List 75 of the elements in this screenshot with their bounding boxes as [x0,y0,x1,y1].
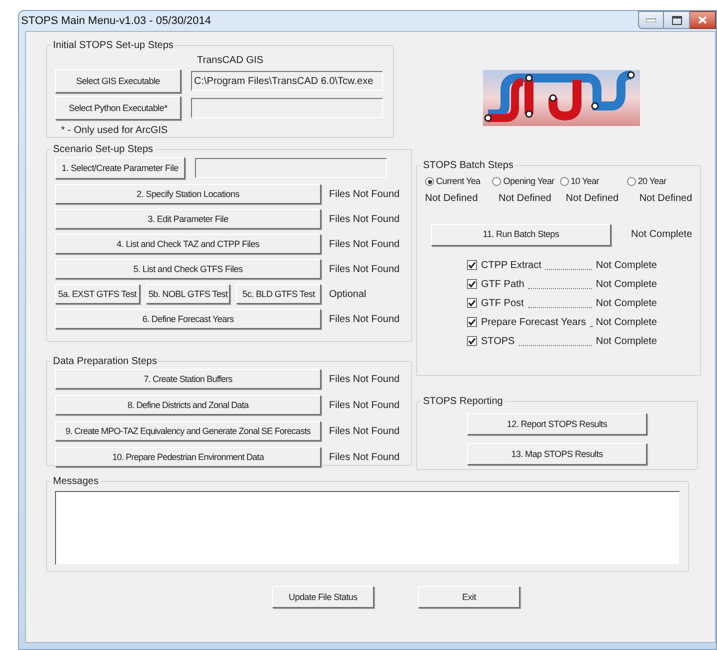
step-button[interactable]: 5. List and Check GTFS Files [55,259,321,279]
gis-type-label: TransCAD GIS [197,54,264,68]
step-button[interactable]: 4. List and Check TAZ and CTPP Files [55,234,321,254]
gtfs-test-button[interactable]: 5c. BLD GTFS Test [236,284,322,304]
run-batch-button[interactable]: 11. Run Batch Steps [431,224,611,246]
task-label: GTF Post [481,296,524,310]
status-label: Files Not Found [329,424,401,438]
gtfs-test-button[interactable]: 5a. EXST GTFS Test [55,284,140,304]
task-label: CTPP Extract [481,258,542,272]
gtfs-test-button[interactable]: 5b. NOBL GTFS Test [146,284,230,304]
group-title: Scenario Set-up Steps [52,143,154,157]
task-status: Not Complete [596,316,657,330]
status-label: Files Not Found [329,450,401,464]
task-status: Not Complete [596,258,657,272]
maximize-button[interactable] [664,11,690,29]
status-label: Files Not Found [329,312,401,326]
status-label: Files Not Found [329,238,401,252]
step-button[interactable]: 8. Define Districts and Zonal Data [55,395,321,415]
select-executable-button[interactable]: Select Python Executable* [55,96,181,120]
maximize-icon [672,16,682,24]
task-label: Prepare Forecast Years [481,316,586,330]
status-label: Files Not Found [329,398,401,412]
task-checkbox[interactable] [467,298,477,308]
year-label: Opening Year [503,175,554,188]
task-status: Not Complete [596,278,657,292]
task-checkbox[interactable] [467,317,477,327]
year-status: Not Defined [638,192,692,206]
minimize-icon [646,18,656,22]
step-button[interactable]: 6. Define Forecast Years [55,309,321,329]
group-title: Data Preparation Steps [52,355,158,369]
task-checkbox[interactable] [467,336,477,346]
task-checkbox[interactable] [467,279,477,289]
status-label: Files Not Found [329,188,401,202]
footer-button[interactable]: Exit [418,586,520,608]
select-executable-button[interactable]: Select GIS Executable [55,69,181,93]
close-button[interactable] [690,11,716,29]
year-radio[interactable] [492,177,502,186]
status-label: Files Not Found [329,372,401,386]
year-radio[interactable] [425,177,434,186]
task-label: GTF Path [481,278,524,292]
status-label: Optional [329,288,368,302]
status-label: Not Complete [631,228,692,242]
step-button[interactable]: 3. Edit Parameter File [55,209,321,229]
year-status: Not Defined [498,192,552,206]
group-title: STOPS Reporting [422,395,504,409]
task-checkbox[interactable] [467,260,477,270]
group-title: Messages [52,475,100,489]
footer-button[interactable]: Update File Status [272,586,374,608]
year-label: 20 Year [638,175,666,188]
step-button[interactable]: 7. Create Station Buffers [55,369,321,389]
task-label: STOPS [481,334,515,348]
footnote: * - Only used for ArcGIS [61,124,169,138]
parameter-file-field[interactable] [195,158,387,178]
group-title: Initial STOPS Set-up Steps [52,39,174,53]
year-radio[interactable] [626,177,636,186]
status-label: Files Not Found [329,262,401,276]
step-button[interactable]: 10. Prepare Pedestrian Environment Data [55,447,321,467]
year-label: 10 Year [570,175,599,188]
step-button[interactable]: 2. Specify Station Locations [55,184,321,204]
report-button[interactable]: 13. Map STOPS Results [467,443,647,465]
step-button[interactable]: 9. Create MPO-TAZ Equivalency and Generate Zonal SE Forecasts [55,421,321,441]
year-status: Not Defined [564,192,620,206]
report-button[interactable]: 12. Report STOPS Results [467,413,647,435]
close-icon [698,16,707,24]
path-field[interactable] [191,98,383,118]
parameter-file-button[interactable]: 1. Select/Create Parameter File [55,157,185,179]
window-title: STOPS Main Menu-v1.03 - 05/30/2014 [21,14,211,29]
year-radio[interactable] [560,177,569,186]
year-label: Current Yea [436,175,480,188]
task-status: Not Complete [596,296,657,310]
status-label: Files Not Found [329,212,401,226]
task-status: Not Complete [596,334,657,348]
path-field[interactable]: C:\Program Files\TransCAD 6.0\Tcw.exe [191,71,383,91]
year-status: Not Defined [425,192,479,206]
group-title: STOPS Batch Steps [422,159,514,173]
